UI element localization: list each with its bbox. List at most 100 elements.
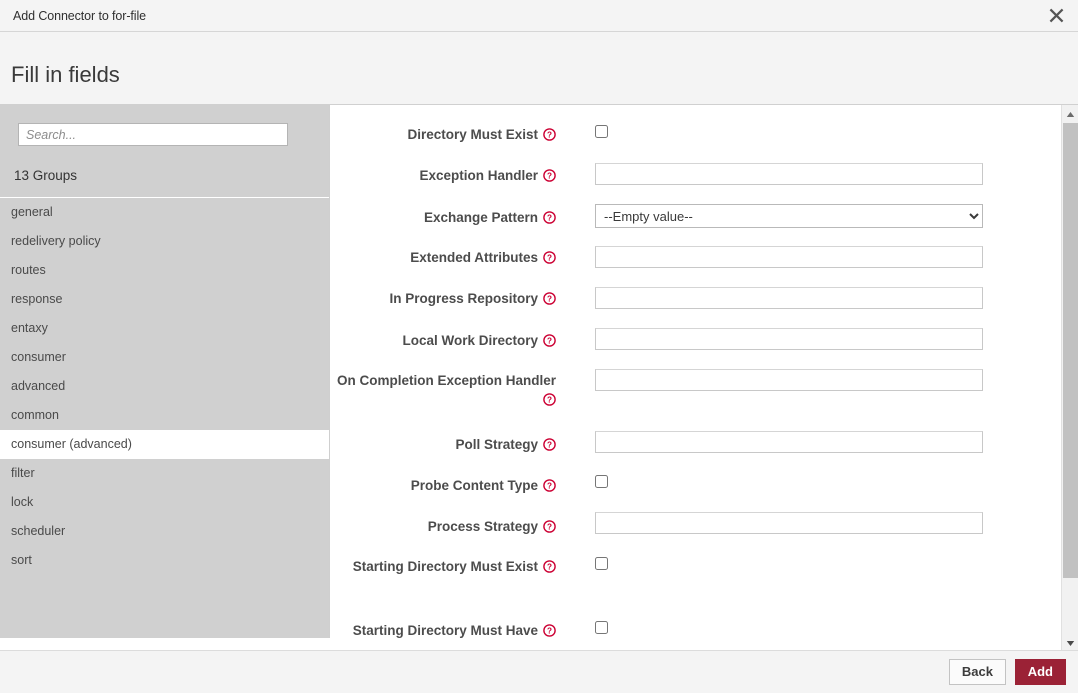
vertical-scrollbar[interactable] (1061, 105, 1078, 650)
field-label: Starting Directory Must Have? (331, 621, 556, 638)
field-label-text: Starting Directory Must Have (352, 623, 538, 638)
dialog-title: Add Connector to for-file (13, 9, 146, 23)
help-circle-icon[interactable]: ? (543, 128, 556, 141)
groups-count-label: 13 Groups (14, 168, 78, 183)
sidebar-item-filter[interactable]: filter (0, 459, 329, 488)
field-control (595, 431, 983, 453)
field-text-input[interactable] (595, 431, 983, 453)
help-circle-icon[interactable]: ? (543, 211, 556, 224)
field-label: Exchange Pattern? (331, 208, 556, 227)
field-label: Probe Content Type? (331, 476, 556, 495)
close-icon (1049, 8, 1064, 23)
help-circle-icon[interactable]: ? (543, 251, 556, 264)
svg-text:?: ? (547, 295, 552, 304)
field-label: On Completion Exception Handler? (331, 371, 556, 409)
field-text-input[interactable] (595, 369, 983, 391)
sidebar-item-label: entaxy (11, 321, 48, 335)
help-circle-icon[interactable]: ? (543, 393, 556, 406)
groups-sidebar: 13 Groups general redelivery policy routes… (0, 105, 330, 638)
sidebar-item-general[interactable]: general (0, 198, 329, 227)
chevron-down-icon (1066, 635, 1075, 650)
field-text-input[interactable] (595, 246, 983, 268)
search-input[interactable] (18, 123, 288, 146)
sidebar-item-routes[interactable]: routes (0, 256, 329, 285)
sidebar-item-response[interactable]: response (0, 285, 329, 314)
close-button[interactable] (1034, 0, 1078, 31)
field-checkbox[interactable] (595, 125, 608, 138)
svg-text:?: ? (547, 214, 552, 223)
field-text-input[interactable] (595, 287, 983, 309)
dialog-body: 13 Groups general redelivery policy routes… (0, 105, 1078, 650)
fields-form: Directory Must Exist? Exception Handler? E… (331, 105, 1060, 638)
svg-text:?: ? (547, 396, 552, 405)
field-checkbox[interactable] (595, 621, 608, 634)
help-circle-icon[interactable]: ? (543, 169, 556, 182)
field-control (595, 328, 983, 350)
field-label-text: On Completion Exception Handler (336, 373, 556, 388)
field-checkbox[interactable] (595, 475, 608, 488)
field-label: Process Strategy? (331, 517, 556, 536)
field-control (595, 512, 983, 534)
back-button[interactable]: Back (948, 659, 1006, 685)
add-button[interactable]: Add (1014, 659, 1066, 685)
sidebar-item-label: scheduler (11, 524, 66, 538)
groups-list: general redelivery policy routes response en… (0, 197, 329, 575)
sidebar-item-label: sort (11, 553, 32, 567)
field-text-input[interactable] (595, 328, 983, 350)
scrollbar-thumb[interactable] (1063, 123, 1078, 578)
field-text-input[interactable] (595, 512, 983, 534)
svg-text:?: ? (547, 441, 552, 450)
svg-text:?: ? (547, 172, 552, 181)
field-label: Local Work Directory? (331, 331, 556, 350)
sidebar-item-advanced[interactable]: advanced (0, 372, 329, 401)
sidebar-item-label: consumer (11, 350, 66, 364)
field-label-text: Poll Strategy (455, 437, 538, 452)
field-label: Starting Directory Must Exist? (331, 557, 556, 576)
help-circle-icon[interactable]: ? (543, 292, 556, 305)
help-circle-icon[interactable]: ? (543, 520, 556, 533)
field-control (595, 125, 608, 141)
svg-text:?: ? (547, 254, 552, 263)
sidebar-item-label: lock (11, 495, 34, 509)
sidebar-item-label: redelivery policy (11, 234, 101, 248)
sidebar-item-label: response (11, 292, 63, 306)
sidebar-item-scheduler[interactable]: scheduler (0, 517, 329, 546)
field-control (595, 246, 983, 268)
svg-text:?: ? (547, 523, 552, 532)
sidebar-item-consumer-advanced[interactable]: consumer (advanced) (0, 430, 329, 459)
field-label: Extended Attributes? (331, 248, 556, 267)
field-select[interactable]: --Empty value-- (595, 204, 983, 228)
field-control (595, 287, 983, 309)
field-text-input[interactable] (595, 163, 983, 185)
field-label-text: Exception Handler (419, 168, 538, 183)
field-label-text: Directory Must Exist (407, 127, 538, 142)
sidebar-item-common[interactable]: common (0, 401, 329, 430)
scroll-up-button[interactable] (1062, 105, 1078, 121)
field-control (595, 557, 608, 573)
field-label-text: Extended Attributes (410, 250, 538, 265)
svg-text:?: ? (547, 131, 552, 140)
help-circle-icon[interactable]: ? (543, 479, 556, 492)
sidebar-item-lock[interactable]: lock (0, 488, 329, 517)
help-circle-icon[interactable]: ? (543, 438, 556, 451)
chevron-up-icon (1066, 106, 1075, 121)
help-circle-icon[interactable]: ? (543, 624, 556, 637)
sidebar-item-redelivery-policy[interactable]: redelivery policy (0, 227, 329, 256)
scroll-down-button[interactable] (1062, 634, 1078, 650)
field-label-text: Probe Content Type (410, 478, 538, 493)
help-circle-icon[interactable]: ? (543, 334, 556, 347)
field-control (595, 163, 983, 185)
help-circle-icon[interactable]: ? (543, 560, 556, 573)
svg-text:?: ? (547, 482, 552, 491)
field-control (595, 475, 608, 491)
field-label-text: Exchange Pattern (423, 210, 538, 225)
field-checkbox[interactable] (595, 557, 608, 570)
dialog-footer: Back Add (0, 650, 1078, 693)
sidebar-item-label: general (11, 205, 53, 219)
page-title: Fill in fields (11, 62, 120, 87)
sidebar-item-sort[interactable]: sort (0, 546, 329, 575)
sidebar-item-label: common (11, 408, 59, 422)
svg-text:?: ? (547, 627, 552, 636)
sidebar-item-consumer[interactable]: consumer (0, 343, 329, 372)
sidebar-item-entaxy[interactable]: entaxy (0, 314, 329, 343)
